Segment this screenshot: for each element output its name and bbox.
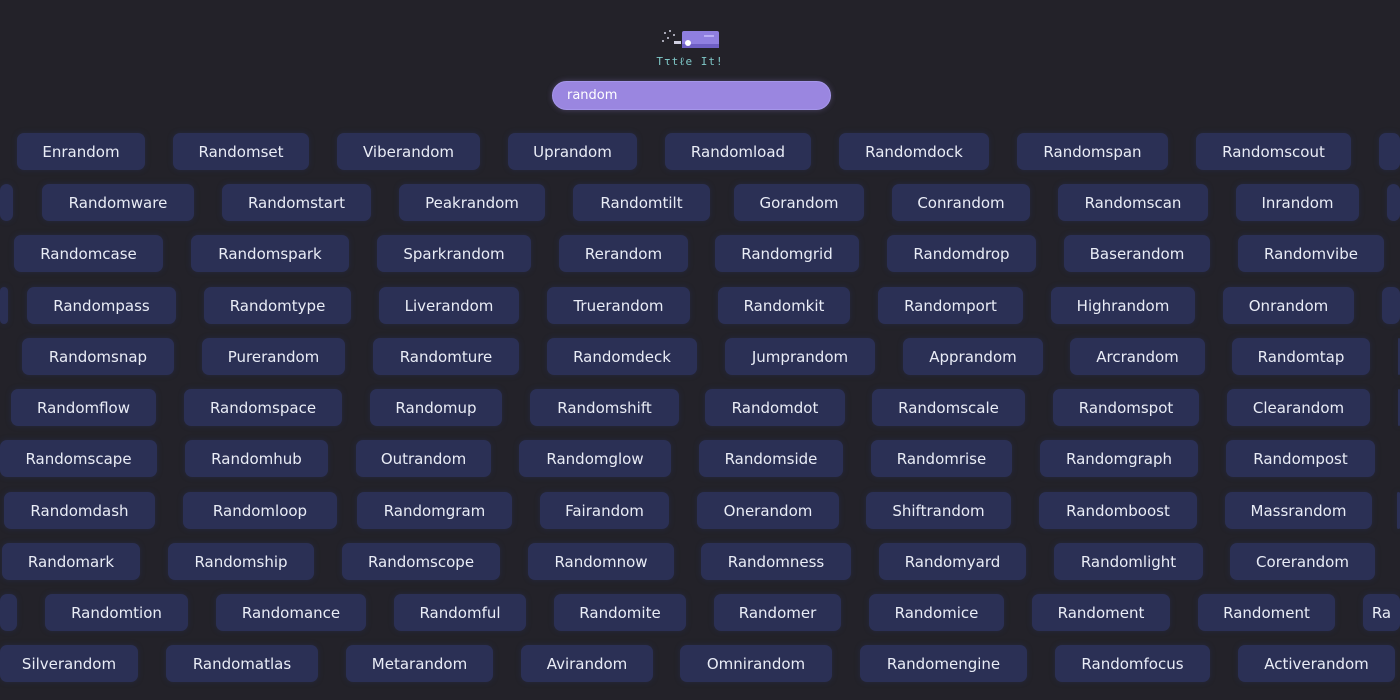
result-chip[interactable]: Randomhub xyxy=(185,440,328,477)
result-chip[interactable]: Randomance xyxy=(216,594,366,631)
result-chip[interactable]: Randomdeck xyxy=(547,338,697,375)
result-chip[interactable]: Randomnow xyxy=(528,543,674,580)
result-chip[interactable]: Randomgraph xyxy=(1040,440,1198,477)
result-chip[interactable]: Baserandom xyxy=(1064,235,1210,272)
result-chip[interactable]: Truerandom xyxy=(547,287,690,324)
result-chip[interactable]: Randomtilt xyxy=(573,184,710,221)
result-chip[interactable]: Randomside xyxy=(699,440,843,477)
result-chip[interactable]: Silverandom xyxy=(0,645,138,682)
result-chip[interactable]: Outrandom xyxy=(356,440,491,477)
result-chip[interactable]: Randomscout xyxy=(1196,133,1351,170)
result-chip[interactable]: Randomtype xyxy=(204,287,351,324)
result-chip[interactable]: Randomyard xyxy=(879,543,1026,580)
result-chip[interactable]: Randompass xyxy=(27,287,176,324)
result-chip[interactable]: Randomdot xyxy=(705,389,845,426)
result-chip[interactable]: Viberandom xyxy=(337,133,480,170)
result-chip[interactable]: Randomload xyxy=(665,133,811,170)
result-chip[interactable]: Randomship xyxy=(168,543,314,580)
result-chip[interactable]: Randomengine xyxy=(860,645,1027,682)
partial-chip[interactable] xyxy=(1379,133,1400,170)
result-chip[interactable]: Randomstart xyxy=(222,184,371,221)
result-chip[interactable]: Randomlight xyxy=(1054,543,1203,580)
result-chip[interactable]: Randompost xyxy=(1226,440,1375,477)
result-chip[interactable]: Massrandom xyxy=(1225,492,1372,529)
result-chip[interactable]: Omnirandom xyxy=(680,645,832,682)
result-chip[interactable]: Uprandom xyxy=(508,133,637,170)
partial-chip[interactable] xyxy=(1382,287,1400,324)
result-chip[interactable]: Randomup xyxy=(370,389,502,426)
result-chip[interactable]: Randomness xyxy=(701,543,851,580)
result-chip[interactable]: Onerandom xyxy=(697,492,839,529)
result-chip[interactable]: Randomrise xyxy=(871,440,1012,477)
result-chip[interactable]: Randomware xyxy=(42,184,194,221)
result-chip[interactable]: Randomdrop xyxy=(887,235,1036,272)
partial-chip[interactable] xyxy=(0,184,13,221)
result-chip[interactable]: Randomflow xyxy=(11,389,156,426)
result-chip[interactable]: Randomshift xyxy=(530,389,679,426)
result-chip[interactable]: Randomspot xyxy=(1053,389,1199,426)
result-chip[interactable]: Randomer xyxy=(714,594,841,631)
result-chip[interactable]: Arcrandom xyxy=(1070,338,1205,375)
result-chip[interactable]: Conrandom xyxy=(892,184,1030,221)
result-chip[interactable]: Randomscan xyxy=(1058,184,1208,221)
result-chip[interactable]: Randomgrid xyxy=(715,235,859,272)
result-chip[interactable]: Liverandom xyxy=(379,287,519,324)
result-chip[interactable]: Randomfocus xyxy=(1055,645,1210,682)
result-chip[interactable]: Purerandom xyxy=(202,338,345,375)
result-chip[interactable]: Randomdash xyxy=(4,492,155,529)
result-chip[interactable]: Randomspan xyxy=(1017,133,1168,170)
result-chip[interactable]: Highrandom xyxy=(1051,287,1195,324)
result-chip[interactable]: Enrandom xyxy=(17,133,145,170)
result-chip[interactable]: Randomite xyxy=(554,594,686,631)
result-chip[interactable]: Randomture xyxy=(373,338,519,375)
result-chip[interactable]: Randoment xyxy=(1032,594,1170,631)
result-chip[interactable]: Ra xyxy=(1363,594,1400,631)
result-chip[interactable]: Randomtap xyxy=(1232,338,1370,375)
result-chip[interactable]: Randomsnap xyxy=(22,338,174,375)
result-chip[interactable]: Sparkrandom xyxy=(377,235,531,272)
result-chip[interactable]: Metarandom xyxy=(346,645,493,682)
result-chip[interactable]: Inrandom xyxy=(1236,184,1359,221)
result-chip[interactable]: Randomatlas xyxy=(166,645,318,682)
result-chip[interactable]: Activerandom xyxy=(1238,645,1395,682)
result-chip[interactable]: Randomset xyxy=(173,133,309,170)
result-chip[interactable]: Fairandom xyxy=(540,492,669,529)
result-chip[interactable]: Clearandom xyxy=(1227,389,1370,426)
result-chip[interactable]: Randomscale xyxy=(872,389,1025,426)
result-chip[interactable]: Onrandom xyxy=(1223,287,1354,324)
result-chip[interactable]: Shiftrandom xyxy=(866,492,1011,529)
result-chip[interactable]: Gorandom xyxy=(734,184,864,221)
result-chip[interactable]: Randomice xyxy=(869,594,1004,631)
result-chip[interactable]: Randomscape xyxy=(0,440,157,477)
result-chip[interactable]: Apprandom xyxy=(903,338,1043,375)
result-chip[interactable]: Avirandom xyxy=(521,645,653,682)
result-chip[interactable]: Randomgram xyxy=(357,492,512,529)
result-chip[interactable]: Rerandom xyxy=(559,235,688,272)
result-chip[interactable]: Corerandom xyxy=(1230,543,1375,580)
result-chip[interactable]: Randomkit xyxy=(718,287,850,324)
result-chip[interactable]: Randomful xyxy=(394,594,526,631)
result-chip[interactable]: Randomvibe xyxy=(1238,235,1384,272)
result-chip[interactable]: Randoment xyxy=(1198,594,1335,631)
result-chip[interactable]: Randomloop xyxy=(183,492,337,529)
result-chip[interactable]: Randomark xyxy=(2,543,140,580)
result-chip[interactable]: Randomboost xyxy=(1039,492,1197,529)
result-chip[interactable]: Randomspace xyxy=(184,389,342,426)
partial-chip[interactable] xyxy=(0,594,17,631)
result-chip[interactable]: Randomdock xyxy=(839,133,989,170)
partial-chip[interactable] xyxy=(0,287,8,324)
result-chip[interactable]: Randomtion xyxy=(45,594,188,631)
result-chip[interactable]: Randomscope xyxy=(342,543,500,580)
result-chip[interactable]: Randomspark xyxy=(191,235,349,272)
result-chip[interactable]: Randomport xyxy=(878,287,1023,324)
partial-chip[interactable] xyxy=(1387,184,1400,221)
result-chip[interactable]: Jumprandom xyxy=(725,338,875,375)
result-grid: Enrandom Randomset Viberandom Uprandom Rando… xyxy=(0,0,1400,700)
result-chip[interactable]: Peakrandom xyxy=(399,184,545,221)
result-chip[interactable]: Randomcase xyxy=(14,235,163,272)
result-chip[interactable]: Randomglow xyxy=(519,440,671,477)
